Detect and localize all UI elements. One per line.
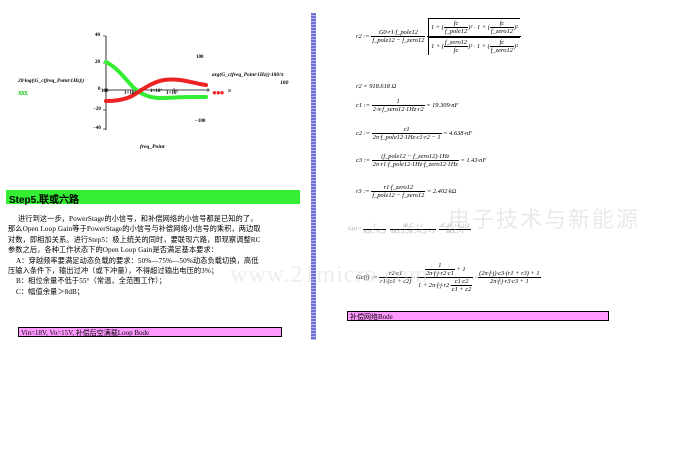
paragraph-line: 进行到这一步，PowerStage的小信号，和补偿网络的小信号都是已知的了， (18, 215, 258, 223)
eq-r2-value: r2 = 918.618 Ω (356, 83, 397, 90)
watermark-cn: 电子技术与新能源 (448, 207, 641, 232)
eq-c3: c3 := (f_pole12 − f_zero12)·1Hz 2π·r1·f_… (356, 153, 487, 168)
ytick: 20 (95, 60, 100, 65)
ytick: −40 (93, 126, 101, 131)
xtick: 1×10³ (124, 91, 136, 96)
paragraph-line: 参数之后，各种工作状态下的Open Loop Gain是否满足基本要求： (8, 246, 219, 255)
watermark-url: www.21micro.com (230, 262, 429, 288)
loop-bode-plot: 40 20 0 −20 −40 100 −100 100 1×10³ 1×10⁴… (0, 0, 310, 160)
ytick: 40 (95, 33, 100, 38)
left-caption: Vin=18V, Vo=15V, 补偿后空满载Loop Bode (18, 327, 282, 337)
section-header: Step5.联或六路 (6, 190, 300, 206)
right-caption: 补偿网络Bode (347, 311, 609, 321)
phase-legend: ●●● (212, 88, 224, 97)
eq-c2: c2 := c1 2π·f_pole12·1Hz·c1·r2 − 1 = 4.6… (356, 126, 473, 141)
x-axis-label: freq_Point (140, 144, 165, 150)
column-divider (311, 13, 316, 340)
section-title: Step5.联或六路 (9, 195, 80, 206)
eq-r3: r3 := r1·f_zero12 f_pole12 − f_zero12 = … (356, 184, 457, 199)
xtick: 100 (101, 89, 109, 94)
y2tick: −100 (195, 119, 206, 124)
xtick: 1×10⁵ (166, 91, 178, 96)
y2-axis-label-den: π (228, 88, 232, 94)
y2-axis-label-num: 180 (280, 80, 289, 86)
xtick: 1×10⁴ (150, 89, 162, 94)
eq-c1: c1 := 1 2·π·f_zero12·1Hz·r2 = 19.309·nF (356, 98, 459, 113)
y2tick: 100 (196, 55, 204, 60)
paragraph-line: 那么Open Loop Gain等于PowerStage的小信号与补偿网络小信号… (8, 225, 261, 234)
y-axis-label: 20·log(|G_c(freq_Point·1Hz)|) (18, 78, 85, 84)
ytick: −20 (93, 107, 101, 112)
eq-r2: r2 := G0·r1·f_pole12 f_pole12 − f_zero12… (356, 18, 522, 55)
gain-legend: xxx (18, 88, 28, 97)
y2-axis-label: arg(G_c(freq_Point·1Hz))·180/π (212, 72, 284, 78)
paragraph-line: 对数，即相加关系。进行Step5：极上统关的同时，要联现六路，即现察调整RC (8, 235, 261, 244)
